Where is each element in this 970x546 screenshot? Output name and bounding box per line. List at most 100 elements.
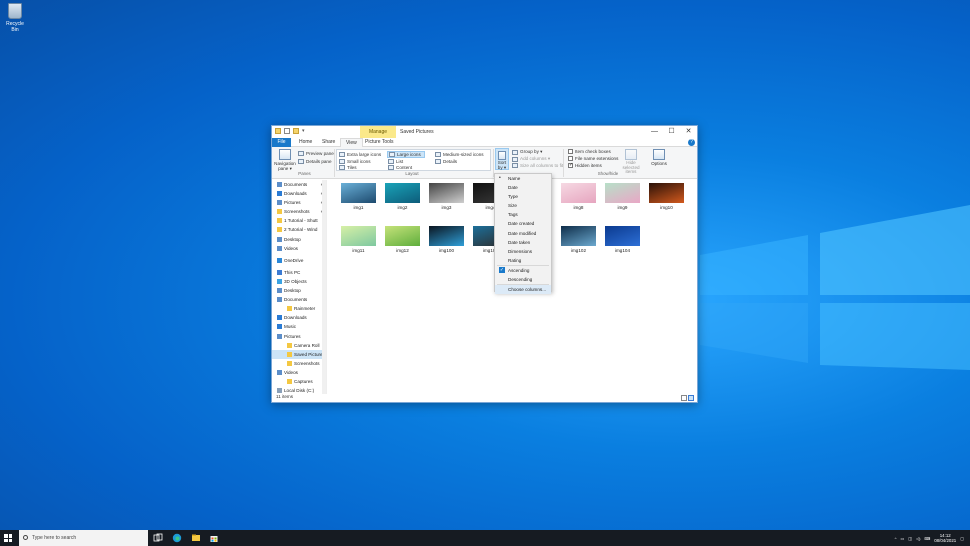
nav-item[interactable]: Videos bbox=[272, 368, 326, 377]
title-bar[interactable]: ▾ Manage Saved Pictures — ☐ ✕ bbox=[272, 126, 697, 138]
nav-item[interactable]: Desktop bbox=[272, 235, 326, 244]
chevron-up-icon[interactable]: ^ bbox=[895, 536, 897, 541]
file-item[interactable]: img10 bbox=[649, 183, 684, 210]
task-view-icon[interactable] bbox=[153, 533, 163, 543]
nav-item[interactable]: Rainmeter bbox=[272, 304, 326, 313]
file-item[interactable]: img102 bbox=[561, 226, 596, 253]
sort-option[interactable]: Rating bbox=[495, 256, 551, 265]
sort-option[interactable]: Dimensions bbox=[495, 247, 551, 256]
taskbar-search-box[interactable]: Type here to search bbox=[19, 530, 148, 546]
sort-option[interactable]: • Name bbox=[495, 174, 551, 183]
layout-list[interactable]: List bbox=[388, 159, 403, 164]
properties-icon[interactable] bbox=[284, 128, 290, 134]
nav-item[interactable]: OneDrive bbox=[272, 256, 326, 265]
sort-option[interactable]: Tags bbox=[495, 210, 551, 219]
device-icon[interactable]: ▭ bbox=[900, 536, 904, 541]
nav-item[interactable]: Camera Roll bbox=[272, 341, 326, 350]
nav-item[interactable]: Documents✱ bbox=[272, 180, 326, 189]
manage-context-tab[interactable]: Manage bbox=[360, 126, 396, 138]
file-item[interactable]: img2 bbox=[385, 183, 420, 210]
choose-columns-option[interactable]: Choose columns... bbox=[495, 285, 551, 295]
preview-pane-button[interactable]: Preview pane bbox=[298, 151, 334, 156]
layout-extra-large-icons[interactable]: Extra large icons bbox=[339, 152, 381, 157]
panes-group-label: Panes bbox=[298, 171, 311, 176]
volume-icon[interactable]: ◁) bbox=[916, 536, 920, 541]
nav-item[interactable]: This PC bbox=[272, 268, 326, 277]
navigation-pane-button[interactable]: Navigation pane ▾ bbox=[274, 149, 296, 172]
file-item[interactable]: img1 bbox=[341, 183, 376, 210]
file-name-extensions-checkbox[interactable] bbox=[568, 156, 573, 161]
layout-medium-icons[interactable]: Medium-sized icons bbox=[435, 152, 484, 157]
nav-item[interactable]: Screenshots bbox=[272, 359, 326, 368]
nav-item[interactable]: Pictures✱ bbox=[272, 198, 326, 207]
keyboard-icon[interactable]: ⌨ bbox=[924, 536, 930, 541]
nav-item[interactable]: Downloads bbox=[272, 313, 326, 322]
nav-item[interactable]: 2 Tutorial - Wind bbox=[272, 225, 326, 234]
file-item[interactable]: img8 bbox=[561, 183, 596, 210]
sort-option[interactable]: Date modified bbox=[495, 229, 551, 238]
nav-item[interactable]: Desktop bbox=[272, 286, 326, 295]
file-item[interactable]: img104 bbox=[605, 226, 640, 253]
sort-option[interactable]: Date bbox=[495, 183, 551, 192]
network-icon[interactable]: ◫ bbox=[908, 536, 912, 541]
start-button[interactable] bbox=[4, 534, 12, 542]
hidden-items-toggle[interactable]: Hidden items bbox=[568, 162, 602, 168]
layout-content[interactable]: Content bbox=[388, 165, 412, 170]
minimize-button[interactable]: — bbox=[646, 126, 663, 138]
file-item[interactable]: img12 bbox=[385, 226, 420, 253]
file-name: img9 bbox=[617, 205, 628, 210]
sort-option[interactable]: Type bbox=[495, 192, 551, 201]
nav-item[interactable]: Screenshots✱ bbox=[272, 207, 326, 216]
options-button[interactable]: Options bbox=[649, 149, 669, 166]
nav-item[interactable]: Music bbox=[272, 322, 326, 331]
nav-item[interactable]: 1 Tutorial - Shutt bbox=[272, 216, 326, 225]
help-icon[interactable]: ? bbox=[688, 139, 695, 146]
group-by-button[interactable]: Group by ▾ bbox=[512, 149, 542, 155]
close-button[interactable]: ✕ bbox=[680, 126, 697, 138]
item-check-boxes-toggle[interactable]: Item check boxes bbox=[568, 149, 611, 154]
sort-option[interactable]: Size bbox=[495, 201, 551, 210]
nav-item[interactable]: Downloads✱ bbox=[272, 189, 326, 198]
layout-small-icons[interactable]: Small icons bbox=[339, 159, 371, 164]
nav-item[interactable]: Captures bbox=[272, 377, 326, 386]
edge-icon[interactable] bbox=[172, 533, 182, 543]
sort-option[interactable]: Date taken bbox=[495, 238, 551, 247]
recycle-bin-icon[interactable]: Recycle Bin bbox=[2, 3, 28, 33]
maximize-button[interactable]: ☐ bbox=[663, 126, 680, 138]
details-pane-button[interactable]: Details pane bbox=[298, 159, 332, 164]
tab-share[interactable]: Share bbox=[317, 138, 340, 147]
file-item[interactable]: img9 bbox=[605, 183, 640, 210]
nav-scrollbar[interactable] bbox=[322, 180, 326, 394]
nav-item[interactable]: 3D Objects bbox=[272, 277, 326, 286]
file-item[interactable]: img11 bbox=[341, 226, 376, 253]
file-item[interactable]: img3 bbox=[429, 183, 464, 210]
nav-item[interactable]: Pictures bbox=[272, 332, 326, 341]
add-columns-button[interactable]: Add columns ▾ bbox=[512, 156, 550, 162]
layout-details[interactable]: Details bbox=[435, 159, 457, 164]
file-name-extensions-toggle[interactable]: File name extensions bbox=[568, 156, 618, 161]
nav-item[interactable]: Documents bbox=[272, 295, 326, 304]
clock[interactable]: 14:12 08/04/2021 bbox=[934, 533, 956, 543]
tab-home[interactable]: Home bbox=[294, 138, 317, 147]
item-check-boxes-checkbox[interactable] bbox=[568, 149, 573, 154]
sort-by-button[interactable]: Sort by ▾ bbox=[495, 148, 509, 170]
sort-order-option[interactable]: ✓ Ascending bbox=[495, 266, 551, 275]
sort-order-option[interactable]: Descending bbox=[495, 275, 551, 284]
notifications-icon[interactable]: ▢ bbox=[960, 536, 964, 541]
large-icons-view-icon[interactable] bbox=[688, 395, 694, 401]
details-view-icon[interactable] bbox=[681, 395, 687, 401]
size-columns-button[interactable]: Size all columns to fit bbox=[512, 163, 563, 168]
file-explorer-taskbar-icon[interactable] bbox=[191, 533, 201, 543]
layout-tiles[interactable]: Tiles bbox=[339, 165, 357, 170]
nav-item[interactable]: Videos bbox=[272, 244, 326, 253]
file-item[interactable]: img100 bbox=[429, 226, 464, 253]
store-icon[interactable] bbox=[209, 533, 219, 543]
qat-dropdown-icon[interactable]: ▾ bbox=[302, 128, 305, 134]
tab-file[interactable]: File bbox=[272, 138, 291, 147]
sort-option[interactable]: Date created bbox=[495, 219, 551, 228]
hidden-items-checkbox[interactable] bbox=[568, 162, 573, 168]
new-folder-icon[interactable] bbox=[293, 128, 299, 134]
nav-item[interactable]: Saved Pictures bbox=[272, 349, 326, 359]
tab-picture-tools[interactable]: Picture Tools bbox=[360, 138, 399, 147]
layout-large-icons[interactable]: Large icons bbox=[387, 151, 425, 158]
